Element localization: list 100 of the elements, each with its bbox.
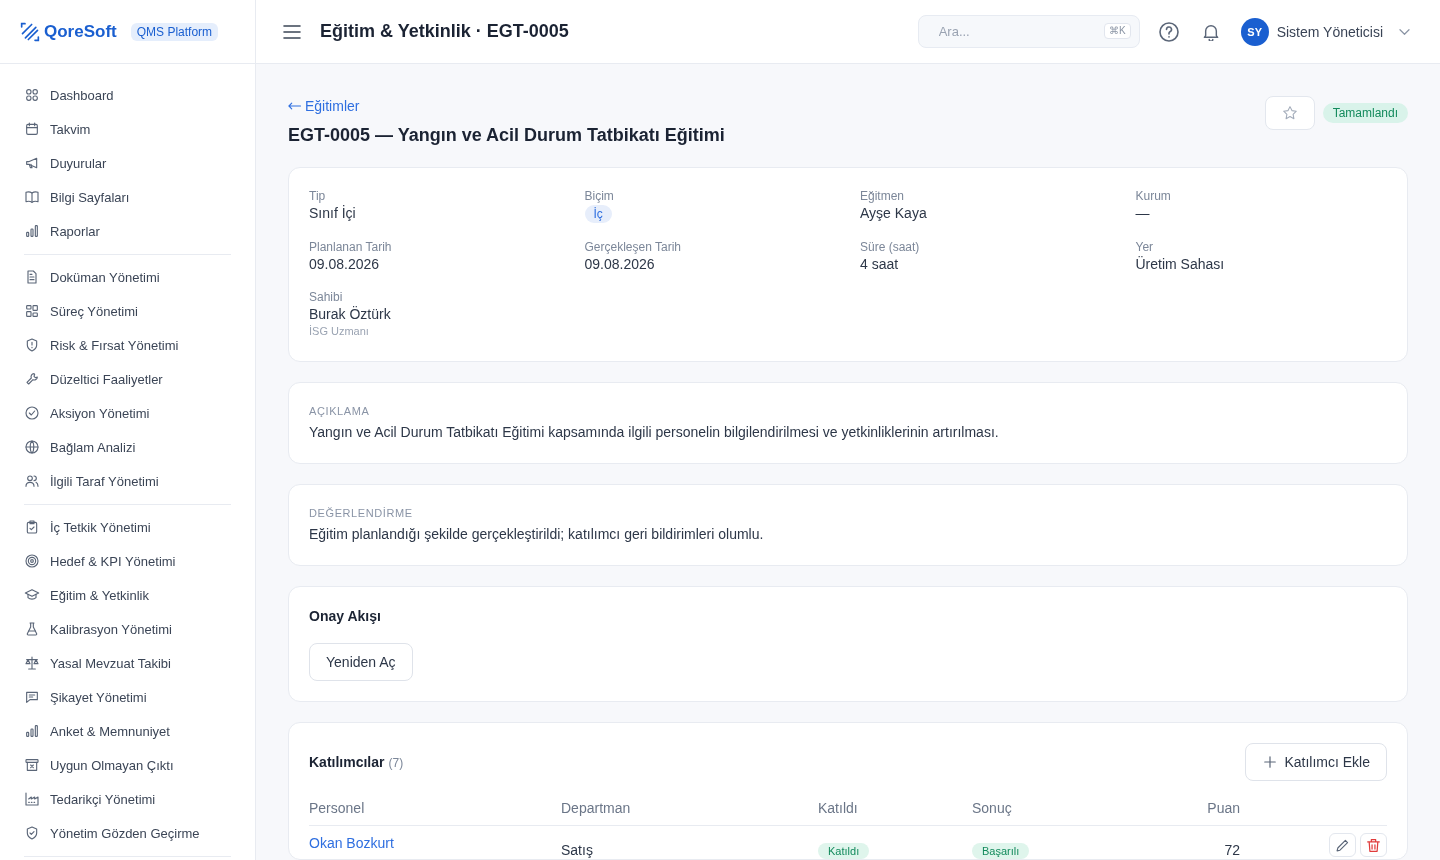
book-icon	[24, 189, 40, 205]
table-cell: 72	[1224, 842, 1240, 858]
section-label: DEĞERLENDİRME	[309, 506, 414, 520]
calendar-icon	[24, 121, 40, 137]
flask-icon	[24, 621, 40, 637]
clipboard-check-icon	[24, 519, 40, 535]
platform-badge: QMS Platform	[130, 22, 219, 41]
nav-item[interactable]: Eğitim & Yetkinlik	[16, 578, 239, 612]
field-value: Sınıf İçi	[309, 204, 356, 222]
status-badge: Tamamlandı	[1322, 103, 1408, 123]
field-label: Planlanan Tarih	[309, 239, 392, 255]
nav-item[interactable]: Takvim	[16, 112, 239, 146]
archive-x-icon	[24, 757, 40, 773]
person-link[interactable]: Okan Bozkurt	[309, 835, 394, 851]
document-icon	[24, 269, 40, 285]
field-label: Sahibi	[309, 289, 343, 305]
note-text: Eğitim planlandığı şekilde gerçekleştirildi; katılımcı geri bildirimleri olumlu.	[309, 525, 765, 544]
factory-icon	[24, 791, 40, 807]
scale-icon	[24, 655, 40, 671]
field-value: 09.08.2026	[584, 255, 655, 273]
participant-count: (7)	[388, 756, 404, 770]
column-header: Puan	[1206, 799, 1240, 818]
nav-item[interactable]: Yönetim Gözden Geçirme	[16, 816, 239, 850]
nav-item[interactable]: Bilgi Sayfaları	[16, 180, 239, 214]
delete-button[interactable]	[1360, 833, 1387, 857]
logo-icon	[20, 21, 40, 42]
megaphone-icon	[24, 155, 40, 171]
field-value: —	[1135, 204, 1150, 222]
nav-item[interactable]: İç Tetkik Yönetimi	[16, 510, 239, 544]
field-note: İSG Uzmanı	[309, 324, 369, 339]
field-value: Ayşe Kaya	[860, 204, 927, 222]
nav-item[interactable]: Hedef & KPI Yönetimi	[16, 544, 239, 578]
shield-alert-icon	[24, 337, 40, 353]
nav-item[interactable]: Anket & Memnuniyet	[16, 714, 239, 748]
field-value: 09.08.2026	[309, 255, 380, 273]
field-label: Yer	[1135, 239, 1154, 255]
field-value: Üretim Sahası	[1135, 255, 1225, 273]
chevron-down-icon[interactable]	[1399, 28, 1410, 35]
trash-icon	[1367, 838, 1380, 852]
nav-item[interactable]: Tedarikçi Yönetimi	[16, 782, 239, 816]
bar-chart-icon	[24, 223, 40, 239]
nav-item[interactable]: Dashboard	[16, 78, 239, 112]
bell-icon[interactable]	[1202, 22, 1219, 41]
card-title: Onay Akışı	[309, 608, 382, 624]
nav-item[interactable]: Yasal Mevzuat Takibi	[16, 646, 239, 680]
page-title: Eğitim & Yetkinlik · EGT-0005	[320, 21, 569, 42]
layout-icon	[24, 303, 40, 319]
note-text: Yangın ve Acil Durum Tatbikatı Eğitimi kapsamında ilgili personelin bilgilendirilmesi ve yetkinliklerinin artırılması.	[309, 423, 1000, 442]
nav-item[interactable]: Uygun Olmayan Çıktı	[16, 748, 239, 782]
nav-item[interactable]: Aksiyon Yönetimi	[16, 396, 239, 430]
back-link[interactable]: Eğitimler	[288, 97, 360, 115]
user-avatar: SY	[1240, 17, 1269, 46]
nav-item[interactable]: Bağlam Analizi	[16, 430, 239, 464]
nav-item[interactable]: Risk & Fırsat Yönetimi	[16, 328, 239, 362]
table-cell: Satış	[561, 842, 593, 858]
field-label: Eğitmen	[860, 188, 905, 204]
nav-item[interactable]: Şikayet Yönetimi	[16, 680, 239, 714]
field-value: Burak Öztürk	[309, 305, 391, 323]
field-label: Tip	[309, 188, 326, 204]
edit-button[interactable]	[1329, 833, 1356, 857]
field-label: Gerçekleşen Tarih	[584, 239, 681, 255]
reopen-button[interactable]: Yeniden Aç	[309, 643, 413, 681]
check-circle-icon	[24, 405, 40, 421]
help-icon[interactable]	[1158, 21, 1179, 42]
brand-name: QoreSoft	[44, 21, 117, 42]
field-label: Biçim	[584, 188, 614, 204]
column-header: Departman	[561, 799, 632, 818]
shield-check-icon	[24, 825, 40, 841]
bar-chart-icon	[24, 723, 40, 739]
column-header: Personel	[309, 799, 366, 818]
nav-item[interactable]: Düzeltici Faaliyetler	[16, 362, 239, 396]
arrow-left-icon	[288, 102, 301, 110]
section-label: AÇIKLAMA	[309, 404, 371, 418]
plus-icon	[1264, 756, 1277, 768]
target-icon	[24, 553, 40, 569]
nav-item[interactable]: Süreç Yönetimi	[16, 294, 239, 328]
globe-icon	[24, 439, 40, 455]
nav-item[interactable]: Doküman Yönetimi	[16, 260, 239, 294]
pencil-icon	[1336, 838, 1349, 852]
chat-icon	[24, 689, 40, 705]
graduation-cap-icon	[24, 587, 40, 603]
add-participant-button[interactable]: Katılımcı Ekle	[1245, 743, 1387, 781]
card-title: Katılımcılar	[309, 754, 385, 770]
format-tag: İç	[584, 205, 612, 223]
page-heading: EGT-0005 — Yangın ve Acil Durum Tatbikatı Eğitimi	[288, 124, 725, 147]
users-icon	[24, 473, 40, 489]
result-badge: Başarılı	[972, 843, 1030, 859]
nav-item[interactable]: Raporlar	[16, 214, 239, 248]
user-name[interactable]: Sistem Yöneticisi	[1276, 23, 1383, 40]
nav-item[interactable]: Kalibrasyon Yönetimi	[16, 612, 239, 646]
column-header: Sonuç	[972, 799, 1013, 818]
column-header: Katıldı	[818, 799, 859, 818]
nav-item[interactable]: İlgili Taraf Yönetimi	[16, 464, 239, 498]
nav-item[interactable]: Duyurular	[16, 146, 239, 180]
attendance-badge: Katıldı	[818, 843, 870, 859]
menu-icon[interactable]	[283, 24, 301, 39]
field-label: Kurum	[1135, 188, 1171, 204]
shortcut-hint: ⌘K	[1104, 23, 1131, 39]
field-label: Süre (saat)	[860, 239, 920, 255]
field-value: 4 saat	[860, 255, 899, 273]
